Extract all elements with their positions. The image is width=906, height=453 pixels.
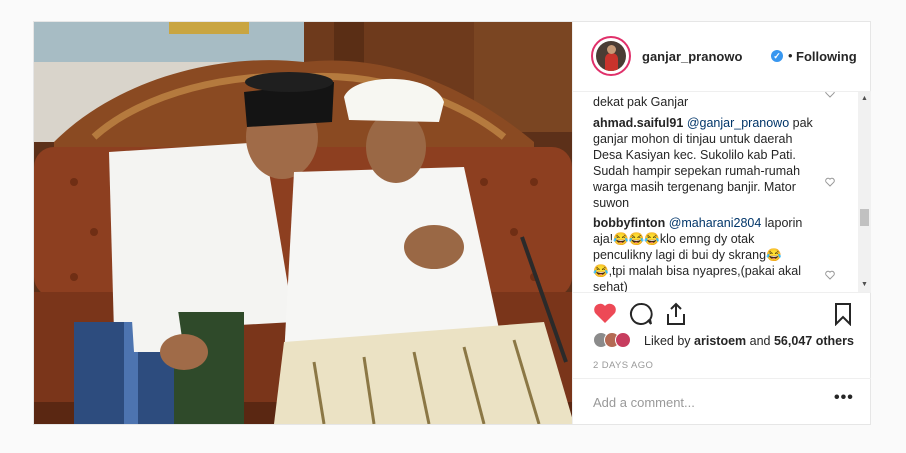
more-options-icon[interactable]: ••• — [834, 389, 854, 407]
comment-text-line: laporin — [764, 216, 803, 230]
comment-text-line: 😂,tpi malah bisa nyapres,(pakai akal — [593, 264, 802, 278]
comment-author-link[interactable]: ahmad.saiful91 — [593, 116, 683, 130]
comment-icon[interactable] — [629, 302, 653, 326]
likes-prefix: Liked by — [644, 334, 691, 348]
comment-item: bobbyfinton @maharani2804 laporin aja!😂😂… — [593, 215, 819, 292]
post-header: ganjar_pranowo ✓ • Following — [573, 22, 871, 92]
comment-item: dekat pak Ganjar — [593, 94, 819, 110]
comment-text-line: Desa Kasiyan kec. Sukolilo kab Pati. — [593, 148, 796, 162]
verified-badge-icon: ✓ — [771, 50, 783, 62]
comment-text-line: aja!😂😂😂klo emng dy otak — [593, 232, 755, 246]
post-actions-bar — [573, 292, 871, 332]
comment-author-link[interactable]: bobbyfinton — [593, 216, 665, 230]
likes-summary: Liked by aristoem and 56,047 others — [593, 330, 863, 352]
instagram-post: ganjar_pranowo ✓ • Following dekat pak G… — [33, 21, 871, 425]
scroll-down-arrow-icon[interactable]: ▼ — [858, 278, 871, 292]
comment-text-line: penculikny lagi di bui dy skrang😂 — [593, 248, 782, 262]
post-timestamp[interactable]: 2 DAYS AGO — [593, 360, 653, 371]
username-link[interactable]: ganjar_pranowo — [642, 49, 742, 64]
comment-like-heart-icon[interactable] — [825, 177, 835, 187]
comment-text-line: ganjar mohon di tinjau untuk daerah — [593, 132, 793, 146]
separator-dot: • — [788, 48, 793, 63]
comment-mention-link[interactable]: @maharani2804 — [669, 216, 762, 230]
following-button[interactable]: Following — [796, 49, 857, 64]
liker-avatar[interactable] — [615, 332, 631, 348]
comment-item: ahmad.saiful91 @ganjar_pranowo pak ganja… — [593, 115, 819, 211]
comment-text-line: sehat) — [593, 280, 628, 292]
comment-mention-link[interactable]: @ganjar_pranowo — [687, 116, 789, 130]
comment-like-heart-icon[interactable] — [825, 270, 835, 280]
scroll-up-arrow-icon[interactable]: ▲ — [858, 92, 871, 106]
comment-text-line: warga masih tergenang banjir. Mator — [593, 180, 796, 194]
add-comment-input[interactable]: Add a comment... — [593, 395, 695, 410]
likes-joiner: and — [749, 334, 771, 348]
post-side-panel: ganjar_pranowo ✓ • Following dekat pak G… — [572, 22, 871, 424]
likes-text: Liked by aristoem and 56,047 others — [644, 334, 854, 348]
heart-icon[interactable] — [593, 302, 617, 324]
comments-list[interactable]: dekat pak Ganjar ahmad.saiful91 @ganjar_… — [573, 92, 871, 292]
comment-text-line: pak — [792, 116, 813, 130]
comment-text: dekat pak Ganjar — [593, 95, 689, 109]
profile-avatar[interactable] — [591, 36, 631, 76]
comment-text-line: Sudah hampir sepekan rumah-rumah — [593, 164, 801, 178]
bookmark-icon[interactable] — [834, 302, 852, 326]
comment-like-heart-icon[interactable] — [825, 92, 835, 98]
add-comment-bar: Add a comment... ••• — [573, 378, 871, 424]
likes-count-link[interactable]: 56,047 others — [774, 334, 854, 348]
share-icon[interactable] — [665, 302, 687, 326]
comments-scrollbar[interactable]: ▲ ▼ — [858, 92, 871, 292]
scroll-thumb[interactable] — [860, 209, 869, 226]
post-photo[interactable] — [34, 22, 572, 424]
liker-username-link[interactable]: aristoem — [694, 334, 746, 348]
comment-text-line: suwon — [593, 196, 630, 210]
post-photo-illustration — [34, 22, 572, 424]
